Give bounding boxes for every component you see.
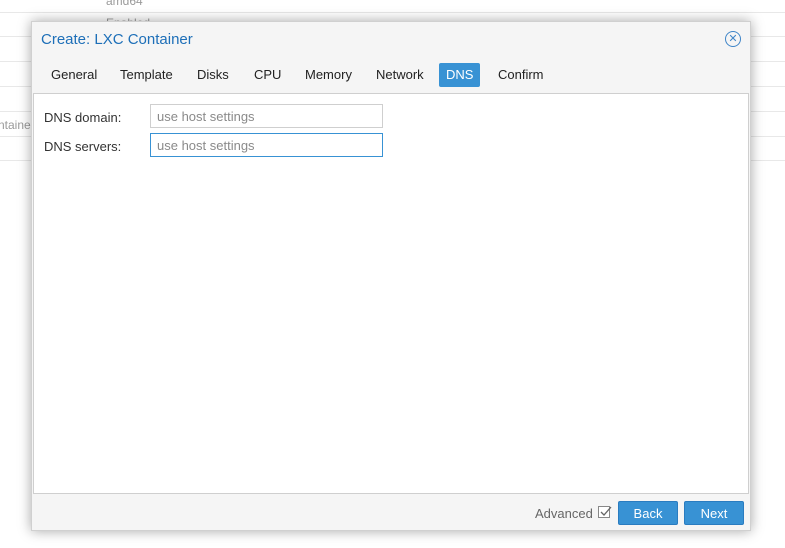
dialog-footer: Advanced Back Next	[32, 494, 750, 530]
advanced-label: Advanced	[535, 506, 593, 521]
dialog-title: Create: LXC Container	[41, 31, 193, 48]
tab-network[interactable]: Network	[369, 63, 431, 87]
close-icon[interactable]: ✕	[725, 31, 741, 47]
dns-servers-input[interactable]	[150, 133, 383, 157]
dns-domain-label: DNS domain:	[44, 110, 122, 125]
dns-panel: DNS domain: DNS servers:	[33, 93, 749, 494]
tab-template[interactable]: Template	[113, 63, 180, 87]
background-text: amd64	[106, 0, 143, 8]
dns-domain-input[interactable]	[150, 104, 383, 128]
background-text: ntaine	[0, 118, 31, 132]
create-container-dialog: Create: LXC Container ✕ General Template…	[31, 21, 751, 531]
tab-confirm[interactable]: Confirm	[491, 63, 551, 87]
tab-cpu[interactable]: CPU	[247, 63, 288, 87]
back-button[interactable]: Back	[618, 501, 678, 525]
tab-general[interactable]: General	[44, 63, 104, 87]
checkmark-icon	[600, 506, 612, 516]
tab-dns[interactable]: DNS	[439, 63, 480, 87]
tab-disks[interactable]: Disks	[190, 63, 236, 87]
tab-memory[interactable]: Memory	[298, 63, 359, 87]
dialog-header: Create: LXC Container ✕	[32, 22, 750, 58]
next-button[interactable]: Next	[684, 501, 744, 525]
dns-servers-label: DNS servers:	[44, 139, 122, 154]
advanced-checkbox[interactable]	[598, 506, 612, 518]
